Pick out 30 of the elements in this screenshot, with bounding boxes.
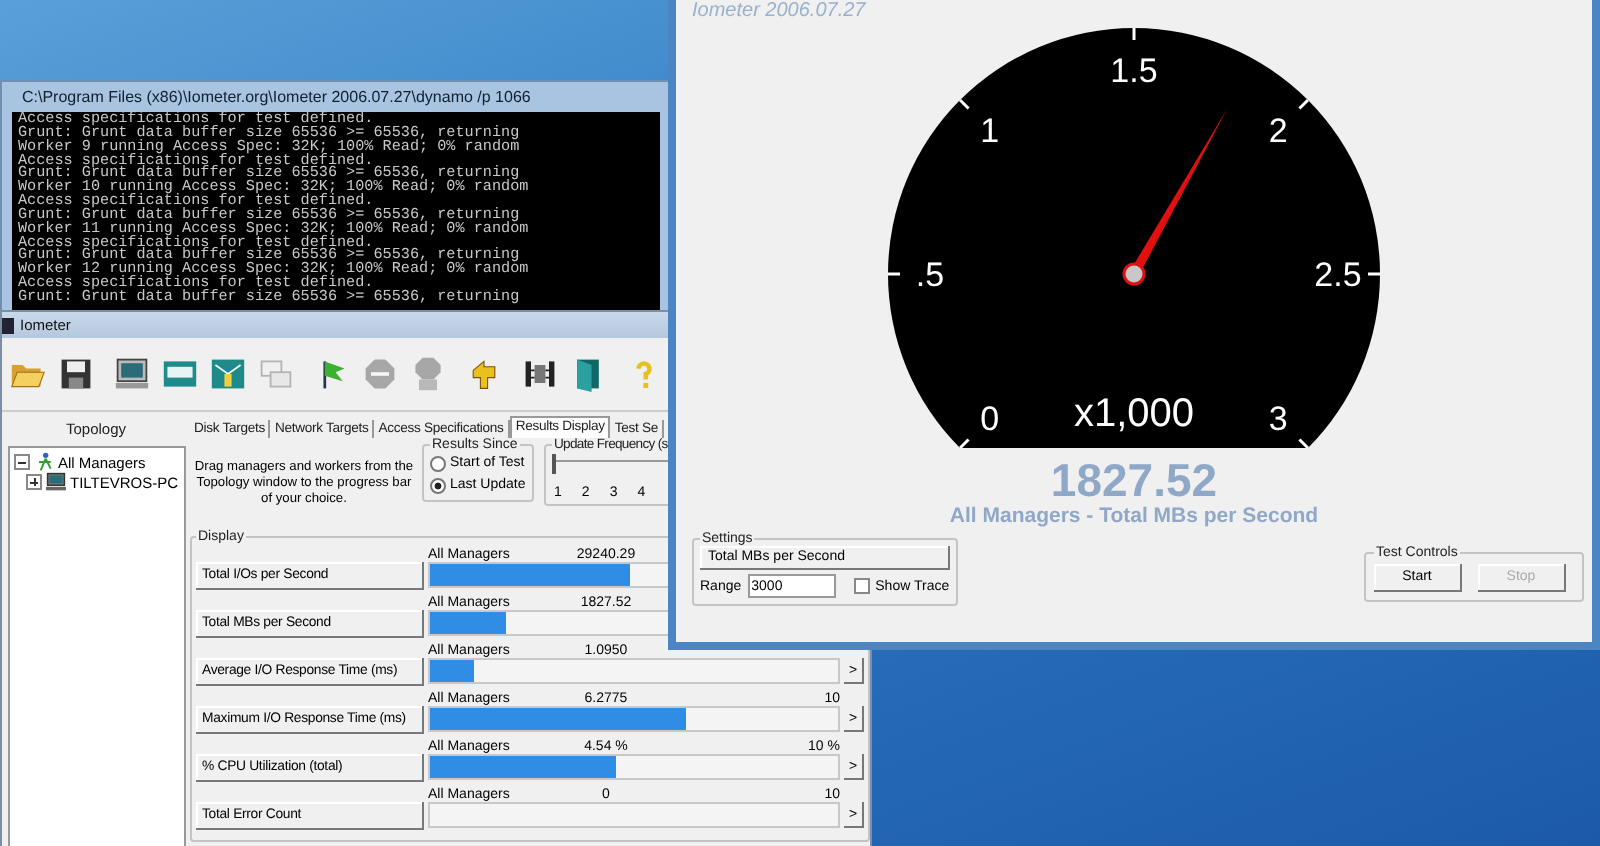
computer-icon [46,472,66,492]
reading-value: 1827.52 [1048,456,1220,504]
tick-mark [959,99,970,110]
collapse-icon[interactable] [14,454,30,470]
app-icon [2,317,14,333]
tick-mark [1132,28,1136,40]
window-title: C:\Program Files (x86)\Iometer.org\Iometer 2006.07.27\dynamo /p 1066 [20,86,533,110]
expand-icon[interactable] [26,474,42,490]
network-card-icon[interactable] [208,354,248,394]
tick-mark [1298,438,1309,448]
multiplier-label: x1,000 [1073,392,1195,436]
scale-label: 1 [980,111,1000,150]
scale-label: 1.5 [1110,52,1158,90]
window-title: Iometer 2006.07.27 [690,0,868,24]
manager-figure-icon [34,452,54,472]
reading-caption: All Managers - Total MBs per Second [947,504,1321,528]
scale-label: 2 [1268,111,1288,150]
scale-label: 0 [980,400,1000,439]
tick-mark [888,272,900,276]
needle-hub [1122,262,1146,286]
scale-label: 2.5 [1314,256,1362,294]
tick-mark [1298,99,1309,110]
radio-button[interactable] [430,455,446,471]
checkbox[interactable] [853,578,870,594]
tick-mark [1368,272,1380,276]
tick-mark [959,438,970,448]
radio-button[interactable] [430,477,446,493]
computer-icon[interactable] [112,354,152,394]
scale-label: .5 [915,256,945,294]
scale-label: 3 [1268,400,1288,439]
